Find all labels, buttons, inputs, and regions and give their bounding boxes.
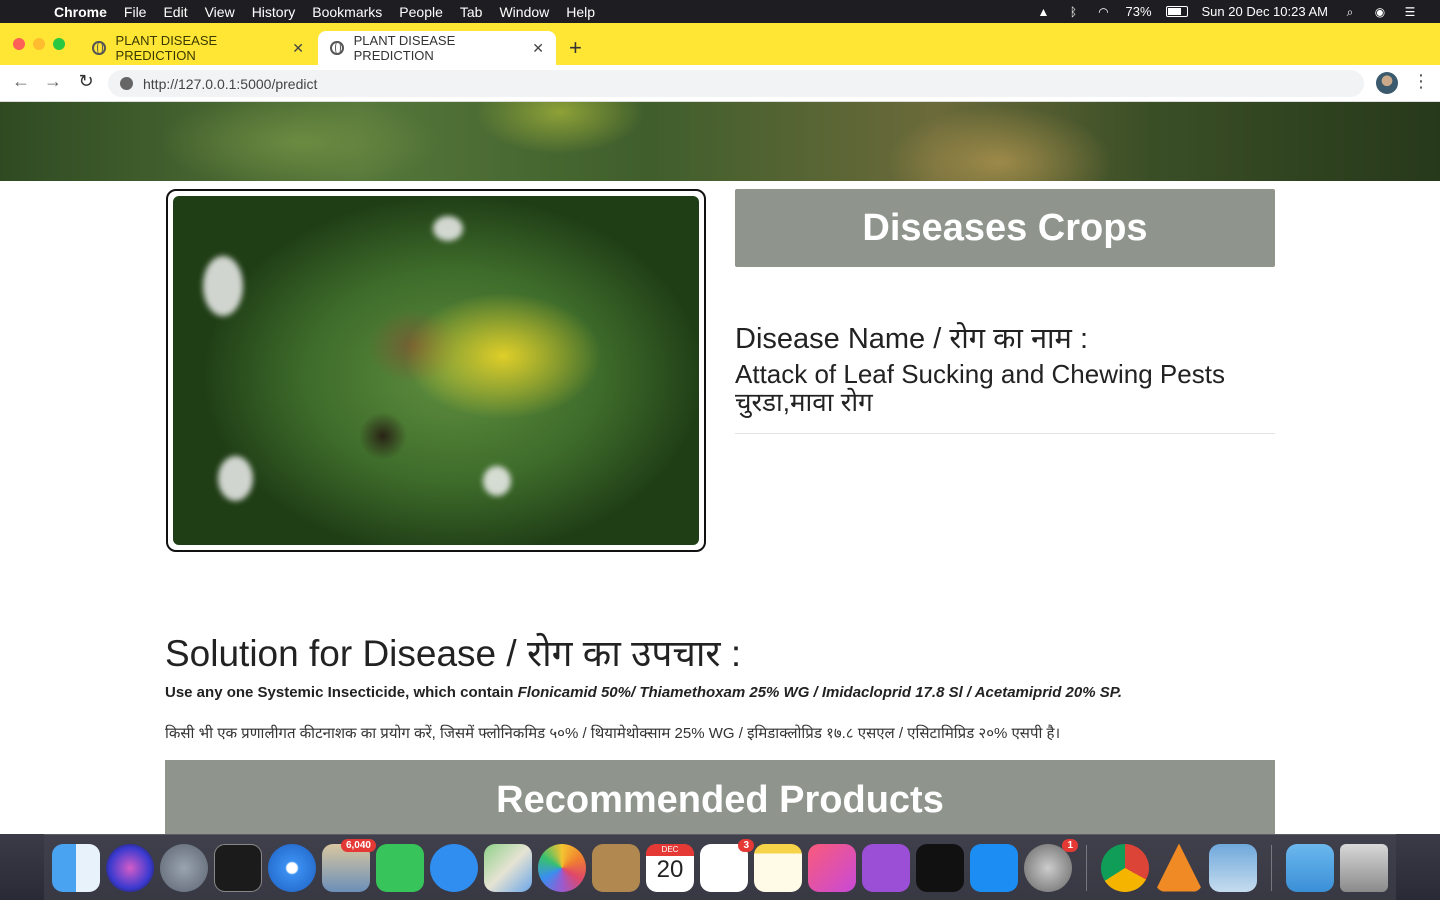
calendar-day: 20 bbox=[656, 855, 684, 883]
menu-view[interactable]: View bbox=[205, 4, 235, 20]
menu-history[interactable]: History bbox=[252, 4, 296, 20]
solution-english-text: Use any one Systemic Insecticide, which … bbox=[165, 684, 518, 701]
reminders-badge: 3 bbox=[738, 838, 754, 852]
siri-icon[interactable] bbox=[106, 843, 154, 892]
contacts-icon[interactable] bbox=[592, 843, 640, 892]
recommended-products-heading: Recommended Products bbox=[165, 760, 1275, 834]
globe-icon bbox=[330, 41, 344, 55]
menu-file[interactable]: File bbox=[124, 4, 147, 20]
globe-icon bbox=[92, 41, 106, 55]
preview-icon[interactable] bbox=[1209, 843, 1257, 892]
profile-avatar[interactable] bbox=[1376, 72, 1398, 94]
reminders-icon[interactable]: 3 bbox=[700, 838, 754, 892]
system-preferences-icon[interactable]: 1 bbox=[1024, 838, 1078, 892]
diseases-crops-heading: Diseases Crops bbox=[735, 189, 1275, 267]
menu-window[interactable]: Window bbox=[499, 4, 549, 20]
menu-edit[interactable]: Edit bbox=[163, 4, 187, 20]
uploaded-leaf-image bbox=[173, 196, 699, 545]
menu-help[interactable]: Help bbox=[566, 4, 595, 20]
solution-chemicals: Flonicamid 50%/ Thiamethoxam 25% WG / Im… bbox=[517, 684, 1122, 701]
zoom-window-button[interactable] bbox=[53, 38, 65, 50]
dock-separator bbox=[1271, 844, 1272, 891]
chrome-menu-icon[interactable]: ⋮ bbox=[1412, 71, 1430, 92]
downloads-folder-icon[interactable] bbox=[1286, 843, 1334, 892]
disease-name-value: Attack of Leaf Sucking and Chewing Pests… bbox=[735, 360, 1275, 416]
menu-chrome[interactable]: Chrome bbox=[54, 4, 107, 20]
disease-name-english: Attack of Leaf Sucking and Chewing Pests bbox=[735, 359, 1225, 389]
forward-button[interactable]: → bbox=[42, 71, 64, 92]
close-tab-icon[interactable]: ✕ bbox=[532, 40, 544, 57]
tab-title: PLANT DISEASE PREDICTION bbox=[115, 33, 218, 63]
tab-plant-disease-2[interactable]: PLANT DISEASE PREDICTION ✕ bbox=[318, 31, 556, 65]
clock[interactable]: Sun 20 Dec 10:23 AM bbox=[1202, 4, 1328, 19]
facetime-icon[interactable] bbox=[376, 843, 424, 892]
launchpad-icon[interactable] bbox=[160, 843, 208, 892]
disease-name-hindi: चुरडा,मावा रोग bbox=[735, 387, 873, 417]
site-info-icon[interactable] bbox=[120, 77, 133, 90]
menu-bookmarks[interactable]: Bookmarks bbox=[312, 4, 382, 20]
close-tab-icon[interactable]: ✕ bbox=[292, 40, 304, 57]
back-button[interactable]: ← bbox=[10, 71, 32, 92]
url-text[interactable]: http://127.0.0.1:5000/predict bbox=[143, 76, 317, 92]
app-store-icon[interactable] bbox=[970, 843, 1018, 892]
notes-icon[interactable] bbox=[754, 843, 802, 892]
chrome-icon[interactable] bbox=[1101, 843, 1149, 892]
notification-center-icon[interactable]: ☰ bbox=[1402, 5, 1418, 19]
browser-toolbar: ← → ↻ http://127.0.0.1:5000/predict ⋮ bbox=[0, 65, 1440, 102]
bluetooth-icon[interactable]: ᛒ bbox=[1065, 5, 1081, 19]
trash-icon[interactable] bbox=[1340, 843, 1388, 892]
menu-tab[interactable]: Tab bbox=[460, 4, 483, 20]
calendar-month: DEC bbox=[646, 843, 694, 856]
podcasts-icon[interactable] bbox=[862, 843, 910, 892]
dock-separator bbox=[1086, 844, 1087, 891]
tab-plant-disease-1[interactable]: PLANT DISEASE PREDICTION ✕ bbox=[80, 31, 316, 65]
vlc-status-icon[interactable]: ▲ bbox=[1035, 5, 1051, 19]
close-window-button[interactable] bbox=[13, 38, 25, 50]
solution-heading: Solution for Disease / रोग का उपचार : bbox=[165, 633, 742, 674]
disease-name-label: Disease Name / रोग का नाम : bbox=[735, 323, 1089, 355]
new-tab-button[interactable]: + bbox=[569, 35, 582, 61]
music-icon[interactable] bbox=[808, 843, 856, 892]
dock: 6,040 DEC 20 3 1 bbox=[44, 834, 1396, 900]
mail-icon[interactable]: 6,040 bbox=[322, 838, 376, 892]
menu-people[interactable]: People bbox=[399, 4, 443, 20]
header-banner-image bbox=[0, 102, 1440, 181]
battery-percent: 73% bbox=[1125, 4, 1152, 19]
spotlight-search-icon[interactable]: ⌕ bbox=[1342, 5, 1358, 19]
web-page: Diseases Crops Disease Name / रोग का नाम… bbox=[0, 102, 1440, 834]
settings-badge: 1 bbox=[1062, 838, 1078, 852]
solution-english: Use any one Systemic Insecticide, which … bbox=[165, 684, 1122, 701]
menu-bar: Chrome File Edit View History Bookmarks … bbox=[0, 0, 1440, 23]
vlc-icon[interactable] bbox=[1155, 843, 1203, 892]
divider bbox=[735, 433, 1275, 434]
photos-icon[interactable] bbox=[538, 843, 586, 892]
reload-button[interactable]: ↻ bbox=[75, 71, 97, 92]
tab-title: PLANT DISEASE PREDICTION bbox=[353, 33, 456, 63]
solution-hindi: किसी भी एक प्रणालीगत कीटनाशक का प्रयोग क… bbox=[165, 725, 1061, 742]
finder-icon[interactable] bbox=[52, 843, 100, 892]
minimize-window-button[interactable] bbox=[33, 38, 45, 50]
address-bar[interactable]: http://127.0.0.1:5000/predict bbox=[108, 70, 1364, 97]
safari-icon[interactable] bbox=[268, 843, 316, 892]
battery-icon[interactable] bbox=[1165, 6, 1188, 17]
terminal-icon[interactable] bbox=[214, 843, 262, 892]
calendar-icon[interactable]: DEC 20 bbox=[646, 843, 694, 892]
uploaded-leaf-image-frame bbox=[166, 189, 706, 552]
tab-strip: PLANT DISEASE PREDICTION ✕ PLANT DISEASE… bbox=[0, 23, 1440, 65]
messages-icon[interactable] bbox=[430, 843, 478, 892]
mail-badge: 6,040 bbox=[340, 838, 376, 852]
siri-status-icon[interactable]: ◉ bbox=[1372, 5, 1388, 19]
tv-icon[interactable] bbox=[916, 843, 964, 892]
maps-icon[interactable] bbox=[484, 843, 532, 892]
wifi-icon[interactable]: ◠ bbox=[1095, 5, 1111, 19]
